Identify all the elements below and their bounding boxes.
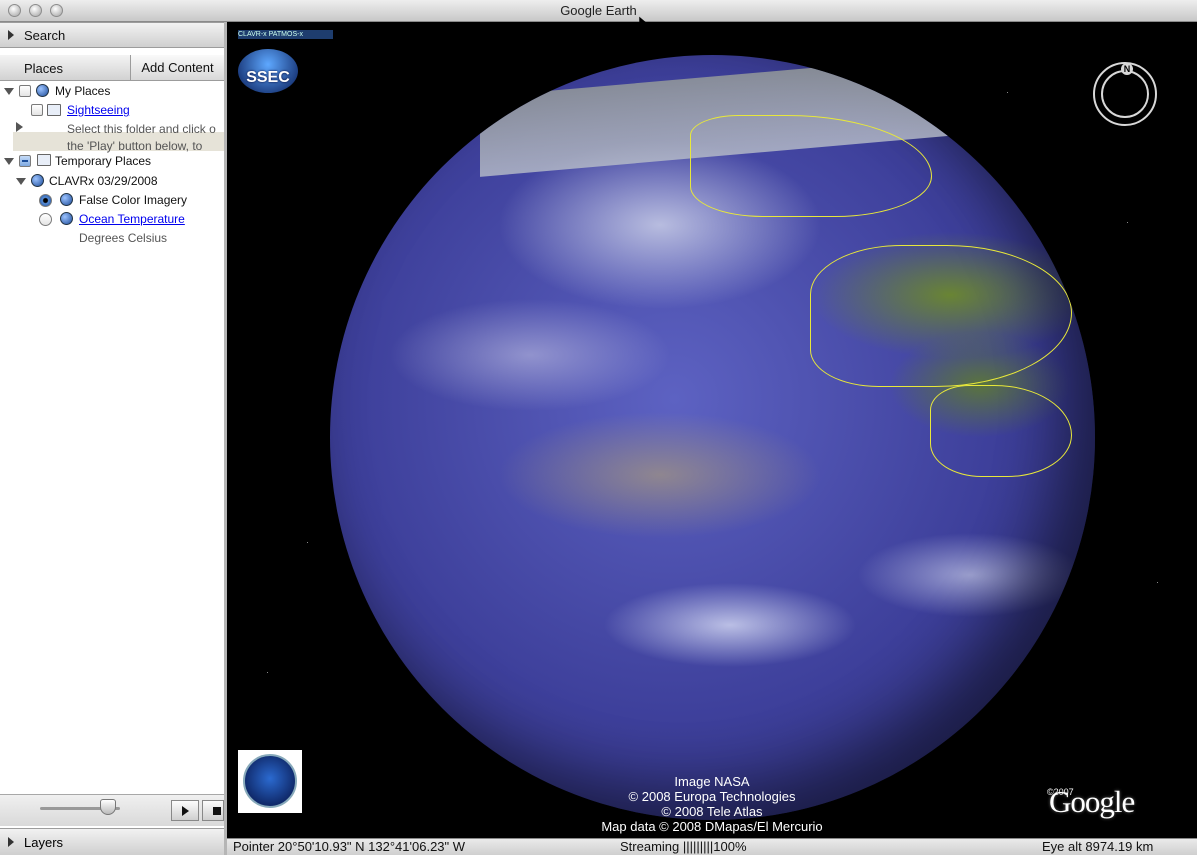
tree-item-false-color[interactable]: False Color Imagery bbox=[79, 191, 187, 209]
layers-panel-label: Layers bbox=[24, 835, 64, 850]
overlay-icon bbox=[60, 193, 73, 206]
play-tour-icon[interactable] bbox=[16, 122, 23, 132]
tree-item-temporary-places[interactable]: Temporary Places bbox=[55, 152, 151, 170]
sidebar: Search Places Add Content My Places Sigh… bbox=[0, 22, 227, 855]
north-icon[interactable]: N bbox=[1121, 63, 1133, 75]
collapse-my-places-icon[interactable] bbox=[4, 88, 14, 95]
tree-item-sightseeing[interactable]: Sightseeing bbox=[67, 101, 130, 119]
ocean-temperature-description: Degrees Celsius bbox=[79, 231, 168, 245]
coastline-overlay bbox=[810, 245, 1072, 387]
my-places-checkbox[interactable] bbox=[19, 85, 31, 97]
play-tour-button[interactable] bbox=[171, 800, 199, 821]
coastline-overlay bbox=[930, 385, 1072, 477]
sightseeing-description-line-1: Select this folder and click o bbox=[67, 122, 216, 136]
false-color-radio[interactable] bbox=[39, 194, 52, 207]
globe-icon bbox=[36, 84, 49, 97]
imagery-credits: Image NASA © 2008 Europa Technologies © … bbox=[507, 774, 917, 834]
streaming-status: Streaming |||||||||100% bbox=[620, 839, 747, 854]
expand-search-icon[interactable] bbox=[8, 30, 14, 40]
tree-item-my-places[interactable]: My Places bbox=[55, 82, 110, 100]
compass-navigation-control[interactable]: N bbox=[1093, 62, 1157, 126]
credit-line: © 2008 Tele Atlas bbox=[661, 804, 763, 819]
overlay-icon bbox=[60, 212, 73, 225]
stop-tour-button[interactable] bbox=[202, 800, 224, 821]
sightseeing-checkbox[interactable] bbox=[31, 104, 43, 116]
pointer-coordinates: Pointer 20°50'10.93" N 132°41'06.23" W bbox=[233, 839, 466, 854]
temporary-places-checkbox[interactable] bbox=[19, 155, 31, 167]
globe-icon bbox=[31, 174, 44, 187]
collapse-temporary-places-icon[interactable] bbox=[4, 158, 14, 165]
places-panel-header: Places Add Content bbox=[0, 55, 224, 81]
earth-globe[interactable] bbox=[330, 55, 1095, 820]
search-panel-label: Search bbox=[24, 28, 66, 43]
search-panel-header[interactable]: Search bbox=[0, 22, 224, 48]
earth-view[interactable]: CLAVR-x PATMOS-x SSEC N Image NASA © 200… bbox=[227, 22, 1197, 838]
places-panel-label: Places bbox=[24, 61, 64, 76]
credit-line: Map data © 2008 DMapas/El Mercurio bbox=[601, 819, 823, 834]
layers-panel-header[interactable]: Layers bbox=[0, 828, 224, 855]
clavr-logo: CLAVR-x PATMOS-x bbox=[238, 30, 333, 39]
tour-speed-slider-knob[interactable] bbox=[100, 799, 116, 815]
folder-icon bbox=[47, 104, 61, 116]
tour-controls bbox=[0, 794, 224, 826]
add-content-button[interactable]: Add Content bbox=[130, 55, 224, 80]
status-bar: Pointer 20°50'10.93" N 132°41'06.23" W S… bbox=[227, 838, 1197, 855]
credit-line: © 2008 Europa Technologies bbox=[628, 789, 796, 804]
google-logo: Google bbox=[1049, 784, 1135, 819]
ocean-temperature-radio[interactable] bbox=[39, 213, 52, 226]
tree-item-ocean-temperature[interactable]: Ocean Temperature bbox=[79, 210, 185, 228]
window-title: Google Earth bbox=[560, 3, 637, 18]
title-bar: Google Earth bbox=[0, 0, 1197, 22]
ssec-logo: SSEC bbox=[238, 49, 298, 93]
folder-open-icon bbox=[37, 154, 51, 166]
tree-item-clavrx[interactable]: CLAVRx 03/29/2008 bbox=[49, 172, 158, 190]
collapse-clavrx-icon[interactable] bbox=[16, 178, 26, 185]
noaa-logo bbox=[238, 750, 302, 813]
expand-layers-icon[interactable] bbox=[8, 837, 14, 847]
eye-altitude: Eye alt 8974.19 km bbox=[1042, 839, 1154, 854]
credit-line: Image NASA bbox=[674, 774, 750, 789]
